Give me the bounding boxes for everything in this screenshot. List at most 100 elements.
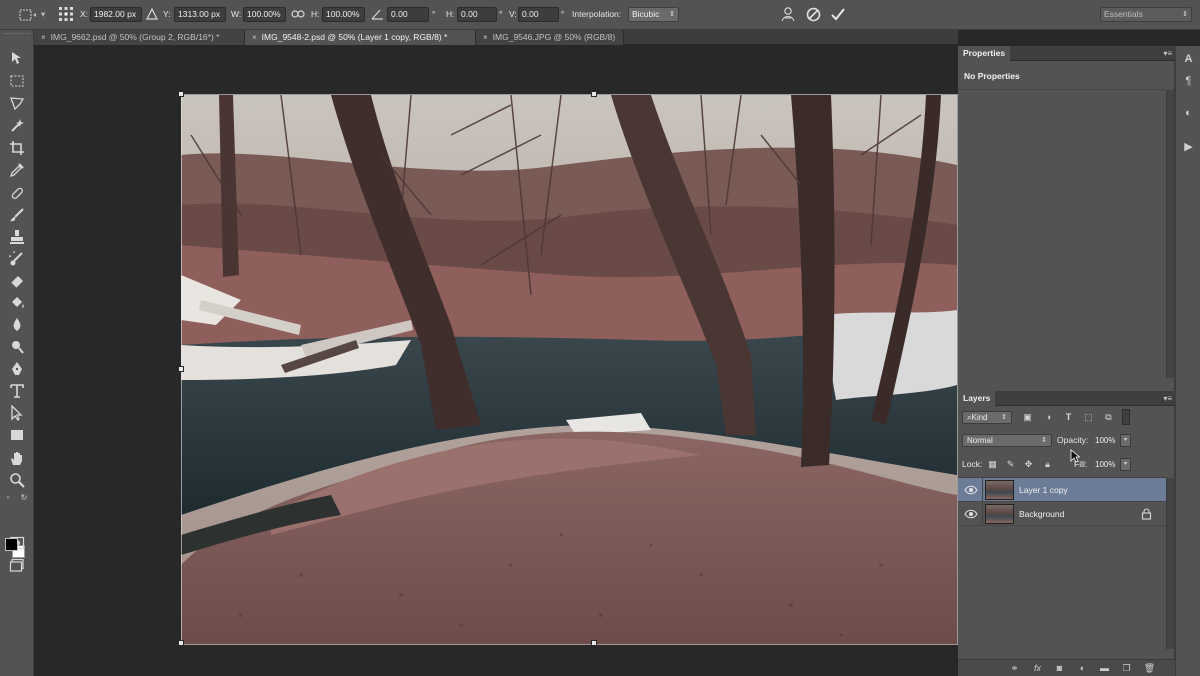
layers-tab[interactable]: Layers (958, 391, 996, 406)
default-colors-icon[interactable]: ▫ (2, 492, 14, 504)
blend-mode-select[interactable]: Normal ⇕ (962, 434, 1052, 447)
x-field[interactable]: 1982.00 px (90, 7, 142, 22)
reference-point-icon[interactable] (58, 6, 74, 22)
type-filter-icon[interactable]: T (1062, 411, 1075, 424)
move-tool-icon[interactable] (6, 50, 28, 70)
pen-tool-icon[interactable] (6, 361, 28, 381)
layers-scrollbar[interactable] (1166, 478, 1174, 649)
panel-menu-icon[interactable]: ▾≡ (1163, 391, 1172, 406)
opacity-dropdown-icon[interactable]: ▾ (1120, 434, 1131, 447)
layer-filter-select[interactable]: ⌕Kind ⇕ (962, 411, 1012, 424)
lasso-tool-icon[interactable] (6, 95, 28, 115)
paint-bucket-tool-icon[interactable] (6, 295, 28, 315)
shape-filter-icon[interactable]: ⬚ (1082, 411, 1095, 424)
tool-preset-caret[interactable]: ▾ (41, 7, 45, 22)
panel-grip[interactable] (4, 33, 30, 36)
zoom-tool-icon[interactable] (6, 472, 28, 492)
tab-img-9548-2[interactable]: × IMG_9548-2.psd @ 50% (Layer 1 copy, RGB… (245, 30, 476, 45)
filter-toggle-switch[interactable] (1122, 409, 1130, 425)
width-field[interactable]: 100.00% (243, 7, 286, 22)
transform-handle-top-left[interactable] (178, 91, 184, 97)
angle-field[interactable]: 0.00 (387, 7, 429, 22)
type-tool-icon[interactable] (6, 383, 28, 403)
brush-tool-icon[interactable] (6, 207, 28, 227)
visibility-eye-icon[interactable] (964, 483, 978, 497)
tab-label: IMG_9546.JPG @ 50% (RGB/8) (492, 32, 616, 42)
swap-colors-icon[interactable]: ↻ (18, 492, 30, 504)
eraser-tool-icon[interactable] (6, 273, 28, 293)
link-icon[interactable] (291, 9, 305, 19)
lock-all-icon[interactable]: 🔒︎ (1041, 458, 1054, 471)
hand-tool-icon[interactable] (6, 450, 28, 470)
play-actions-icon[interactable]: ▶ (1181, 140, 1196, 155)
tab-img-9546[interactable]: × IMG_9546.JPG @ 50% (RGB/8) (476, 30, 624, 45)
add-mask-icon[interactable]: ◙ (1053, 662, 1066, 675)
height-field[interactable]: 100.00% (322, 7, 365, 22)
layers-footer: ⚭ fx ◙ ◐ ▬ ❐ 🗑︎ (958, 659, 1175, 676)
lock-image-pixels-icon[interactable]: ✎ (1004, 458, 1017, 471)
crop-tool-icon[interactable] (6, 140, 28, 160)
clone-stamp-tool-icon[interactable] (6, 229, 28, 249)
properties-tab[interactable]: Properties (958, 46, 1011, 61)
transform-handle-top-center[interactable] (591, 91, 597, 97)
lock-icon[interactable] (1141, 508, 1152, 520)
character-panel-icon[interactable]: A (1181, 52, 1196, 67)
blend-mode-value: Normal (967, 436, 993, 445)
lock-transparent-pixels-icon[interactable]: ▦ (986, 458, 999, 471)
hskew-field[interactable]: 0.00 (457, 7, 497, 22)
document-photo[interactable] (181, 95, 957, 644)
lock-position-icon[interactable]: ✥ (1022, 458, 1035, 471)
layer-style-fx-icon[interactable]: fx (1031, 662, 1044, 675)
foreground-color-swatch[interactable] (5, 538, 18, 551)
history-brush-tool-icon[interactable] (5, 247, 28, 271)
adjustment-filter-icon[interactable]: ◑ (1042, 411, 1055, 424)
new-group-folder-icon[interactable]: ▬ (1098, 662, 1111, 675)
smart-object-filter-icon[interactable]: ⧉ (1102, 411, 1115, 424)
properties-scrollbar[interactable] (1166, 90, 1174, 378)
rectangle-tool-icon[interactable] (6, 427, 28, 447)
path-selection-tool-icon[interactable] (6, 404, 28, 425)
pixel-filter-icon[interactable]: ▣ (1021, 411, 1034, 424)
blur-tool-icon[interactable] (6, 317, 28, 337)
panel-menu-icon[interactable]: ▾≡ (1163, 46, 1172, 61)
new-layer-icon[interactable]: ❐ (1120, 662, 1133, 675)
magic-wand-tool-icon[interactable] (6, 118, 28, 138)
commit-transform-icon[interactable] (830, 7, 846, 22)
vskew-field[interactable]: 0.00 (518, 7, 559, 22)
cancel-transform-icon[interactable] (806, 7, 821, 22)
paragraph-panel-icon[interactable]: ¶ (1181, 74, 1196, 89)
tab-img-9662[interactable]: × IMG_9662.psd @ 50% (Group 2, RGB/16*) * (34, 30, 245, 45)
transform-tool-icon[interactable] (18, 7, 38, 23)
layer-name[interactable]: Background (1019, 502, 1064, 526)
fill-dropdown-icon[interactable]: ▾ (1120, 458, 1131, 471)
y-field[interactable]: 1313.00 px (174, 7, 226, 22)
layer-name[interactable]: Layer 1 copy (1019, 478, 1068, 502)
marquee-tool-icon[interactable] (6, 73, 28, 93)
close-icon[interactable]: × (41, 33, 46, 42)
layer-row-layer-1-copy[interactable]: Layer 1 copy (958, 478, 1166, 502)
layer-row-background[interactable]: Background (958, 502, 1166, 526)
delete-layer-trash-icon[interactable]: 🗑︎ (1143, 662, 1156, 675)
visibility-eye-icon[interactable] (964, 507, 978, 521)
screen-mode-icon[interactable] (6, 558, 28, 578)
opacity-field[interactable]: 100% (1091, 434, 1122, 447)
dodge-tool-icon[interactable] (6, 339, 28, 359)
hskew-label: H: (446, 9, 455, 19)
interpolation-select[interactable]: Bicubic ⇕ (628, 7, 679, 22)
link-layers-icon[interactable]: ⚭ (1008, 662, 1021, 675)
delta-icon[interactable] (146, 8, 158, 20)
transform-handle-middle-left[interactable] (178, 366, 184, 372)
transform-handle-bottom-center[interactable] (591, 640, 597, 646)
close-icon[interactable]: × (252, 33, 257, 42)
workspace-select[interactable]: Essentials ⇕ (1100, 7, 1192, 22)
chevron-down-icon: ⇕ (669, 11, 675, 18)
healing-brush-tool-icon[interactable] (6, 185, 28, 205)
properties-header: Properties ▾≡ (958, 46, 1175, 61)
fill-field[interactable]: 100% (1091, 458, 1122, 471)
warp-mode-icon[interactable] (780, 6, 796, 23)
eyedropper-tool-icon[interactable] (6, 162, 28, 182)
close-icon[interactable]: × (483, 33, 488, 42)
transform-handle-bottom-left[interactable] (178, 640, 184, 646)
new-adjustment-layer-icon[interactable]: ◐ (1076, 662, 1089, 675)
adjustments-panel-icon[interactable]: ◐ (1181, 106, 1196, 121)
